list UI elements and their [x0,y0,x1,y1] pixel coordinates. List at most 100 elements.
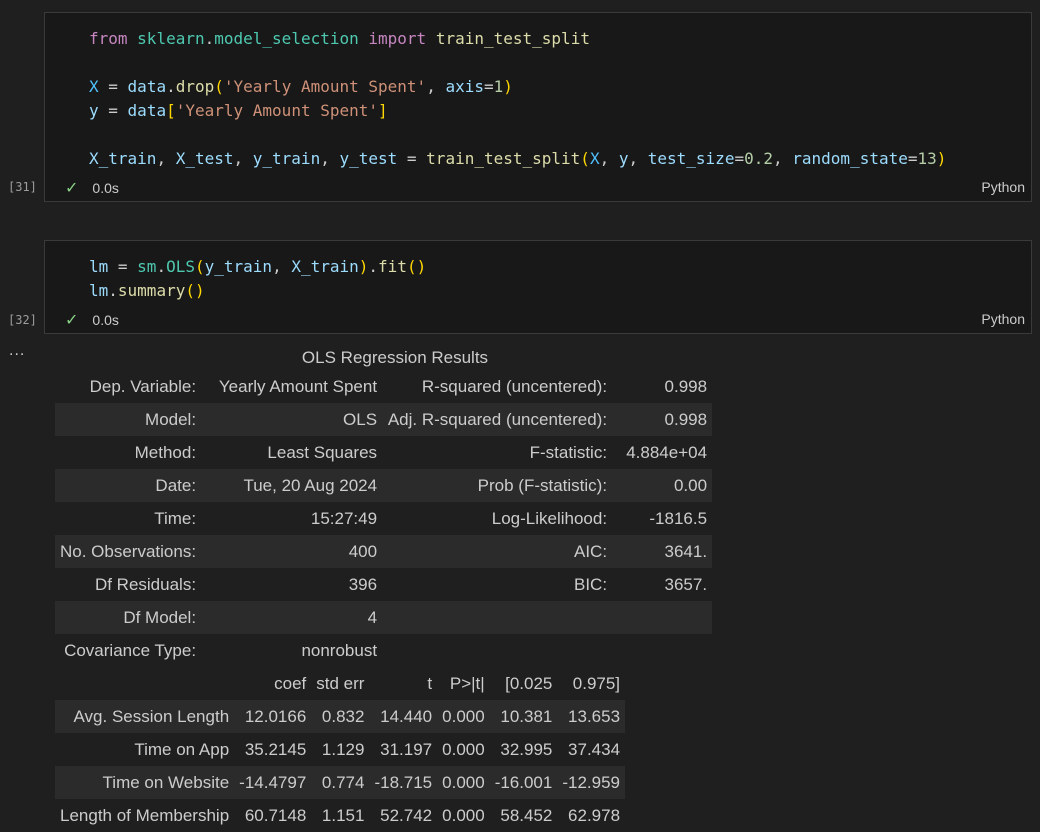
code-cell-1[interactable]: from sklearn.model_selection import trai… [44,12,1032,202]
coefficient-table: coef std err t P>|t| [0.025 0.975] Avg. Sessio… [55,667,626,832]
table-row: Length of Membership 60.7148 1.151 52.742 0.… [55,799,625,832]
code-editor[interactable]: lm = sm.OLS(y_train, X_train).fit() lm.s… [89,255,426,303]
language-selector[interactable]: Python [981,179,1025,195]
table-cell: AIC: [574,541,608,561]
table-cell: 0.998 [664,409,708,429]
table-row: Dep. Variable: Yearly Amount Spent R-squar… [55,370,712,403]
table-cell: -16.001 [494,772,553,792]
table-cell: 60.7148 [244,805,307,825]
table-cell: -14.4797 [239,772,307,792]
table-cell: Df Model: [123,607,197,627]
check-icon: ✓ [65,180,79,197]
table-cell: Yearly Amount Spent [218,376,378,396]
cell-exec-time: 0.0s [92,180,119,196]
table-cell: 3657. [664,574,708,594]
cell-exec-time: 0.0s [92,312,119,328]
table-cell: Avg. Session Length [73,706,230,726]
table-cell: No. Observations: [60,541,197,561]
table-cell: 396 [348,574,378,594]
column-header: [0.025 [505,673,553,693]
table-row: Time on App 35.2145 1.129 31.197 0.000 32.995… [55,733,625,766]
table-cell: OLS [343,409,378,429]
table-cell: 0.832 [321,706,365,726]
table-cell: 400 [348,541,378,561]
table-cell: Length of Membership [60,805,230,825]
table-row: Method: Least Squares F-statistic: 4.884e+0… [55,436,712,469]
table-cell: Adj. R-squared (uncentered): [387,409,608,429]
table-cell: Model: [145,409,197,429]
table-cell: 0.000 [442,706,485,726]
column-header: t [427,673,433,693]
table-cell: 58.452 [500,805,553,825]
table-cell: 4.884e+04 [626,442,708,462]
table-cell: BIC: [574,574,608,594]
table-cell: 10.381 [500,706,553,726]
table-cell: 0.000 [442,772,485,792]
column-header: coef [274,673,307,693]
column-header [55,667,234,700]
table-cell: 0.774 [321,772,365,792]
table-cell: Time on Website [102,772,230,792]
table-cell: 1.129 [321,739,365,759]
table-cell: 1.151 [321,805,365,825]
table-row: No. Observations: 400 AIC: 3641. [55,535,713,568]
summary-table: Dep. Variable: Yearly Amount Spent R-squar… [55,370,713,667]
table-cell [382,601,612,634]
check-icon: ✓ [65,312,79,329]
table-cell: 62.978 [568,805,621,825]
table-cell: Method: [134,442,197,462]
table-row: Df Model: 4 [55,601,713,634]
table-cell: Log-Likelihood: [491,508,608,528]
table-cell: 4 [367,607,378,627]
table-cell: -18.715 [374,772,433,792]
table-cell: Tue, 20 Aug 2024 [243,475,378,495]
column-header: std err [316,673,365,693]
table-cell: 0.000 [442,805,485,825]
table-cell: -1816.5 [649,508,708,528]
table-row: Time: 15:27:49 Log-Likelihood: -1816.5 [55,502,712,535]
code-editor[interactable]: from sklearn.model_selection import trai… [89,27,946,171]
table-cell: Prob (F-statistic): [477,475,608,495]
table-row: Time on Website -14.4797 0.774 -18.715 0.000… [55,766,626,799]
table-cell: 37.434 [568,739,621,759]
table-cell: 12.0166 [244,706,307,726]
table-cell: Covariance Type: [64,640,197,660]
table-cell: 15:27:49 [310,508,378,528]
table-cell: 52.742 [380,805,433,825]
table-cell: Df Residuals: [94,574,197,594]
cell-status: ✓ 0.0s [65,178,119,198]
table-cell [612,634,712,667]
table-cell: 0.998 [664,376,708,396]
column-header: 0.975] [572,673,621,693]
table-cell: 35.2145 [244,739,307,759]
table-cell: 13.653 [568,706,621,726]
column-header: P>|t| [449,673,485,693]
table-row: Date: Tue, 20 Aug 2024 Prob (F-statistic):… [55,469,713,502]
table-cell: Least Squares [267,442,378,462]
table-cell: 0.00 [673,475,708,495]
language-selector[interactable]: Python [981,311,1025,327]
table-header-row: coef std err t P>|t| [0.025 0.975] [55,667,625,700]
table-cell: R-squared (uncentered): [421,376,608,396]
table-cell [382,634,612,667]
exec-count-label: [32] [8,313,37,327]
table-row: Avg. Session Length 12.0166 0.832 14.440 0.0… [55,700,626,733]
table-cell: 0.000 [442,739,485,759]
table-cell: Time on App [134,739,230,759]
table-cell: Time: [154,508,197,528]
table-cell: Dep. Variable: [89,376,197,396]
table-cell: 32.995 [500,739,553,759]
exec-count-label: [31] [8,180,37,194]
table-cell: -12.959 [562,772,621,792]
table-cell: nonrobust [301,640,378,660]
table-cell: 31.197 [380,739,433,759]
cell-status: ✓ 0.0s [65,310,119,330]
code-cell-2[interactable]: lm = sm.OLS(y_train, X_train).fit() lm.s… [44,240,1032,334]
table-cell: 3641. [664,541,708,561]
table-cell [612,601,712,634]
table-cell: F-statistic: [529,442,608,462]
table-row: Df Residuals: 396 BIC: 3657. [55,568,712,601]
table-row: Model: OLS Adj. R-squared (uncentered): 0.9… [55,403,713,436]
table-cell: 14.440 [380,706,433,726]
table-cell: Date: [155,475,197,495]
